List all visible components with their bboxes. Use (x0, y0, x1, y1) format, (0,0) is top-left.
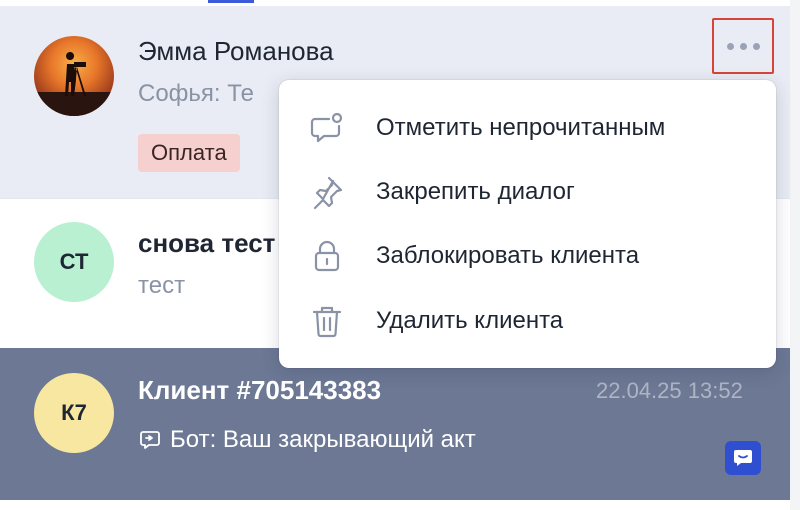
lock-icon (314, 240, 340, 272)
conversation-name: Клиент #705143383 (138, 375, 382, 405)
status-badge: Оплата (138, 134, 240, 172)
conversation-preview: тест (138, 272, 186, 299)
photographer-silhouette-icon (34, 52, 114, 116)
conversation-preview: Софья: Те (138, 80, 254, 107)
unread-message-icon (310, 112, 343, 143)
trash-icon (312, 306, 342, 338)
menu-item-mark-unread[interactable]: Отметить непрочитанным (279, 96, 776, 160)
more-dot-icon (739, 42, 747, 50)
menu-item-label: Отметить непрочитанным (376, 114, 666, 141)
pin-icon (313, 176, 343, 210)
conversation-name: Эмма Романова (138, 36, 334, 66)
conversation-preview: Бот: Ваш закрывающий акт (170, 426, 476, 453)
conversation-preview-row: Бот: Ваш закрывающий акт (138, 426, 476, 454)
avatar: К7 (34, 373, 114, 453)
more-dot-icon (726, 42, 734, 50)
avatar (34, 36, 114, 116)
chat-bubble-icon (734, 450, 752, 466)
active-tab-indicator (208, 0, 254, 3)
avatar: СТ (34, 222, 114, 302)
menu-item-label: Заблокировать клиента (376, 242, 640, 269)
conversation-timestamp: 22.04.25 13:52 (596, 378, 743, 403)
conversation-item-client[interactable] (0, 348, 790, 500)
menu-item-block-client[interactable]: Заблокировать клиента (279, 224, 776, 288)
menu-item-pin-dialog[interactable]: Закрепить диалог (279, 160, 776, 224)
menu-item-delete-client[interactable]: Удалить клиента (279, 289, 776, 353)
more-dot-icon (752, 42, 760, 50)
conversation-name: снова тест (138, 228, 276, 258)
channel-chat-icon (725, 441, 761, 475)
bot-message-icon (140, 431, 160, 449)
more-options-button[interactable] (712, 18, 774, 74)
menu-item-label: Закрепить диалог (376, 178, 575, 205)
menu-item-label: Удалить клиента (376, 307, 564, 334)
scrollbar-track[interactable] (790, 0, 800, 510)
context-menu: Отметить непрочитанным Закрепить диалог … (279, 80, 776, 368)
list-footer (0, 500, 790, 510)
